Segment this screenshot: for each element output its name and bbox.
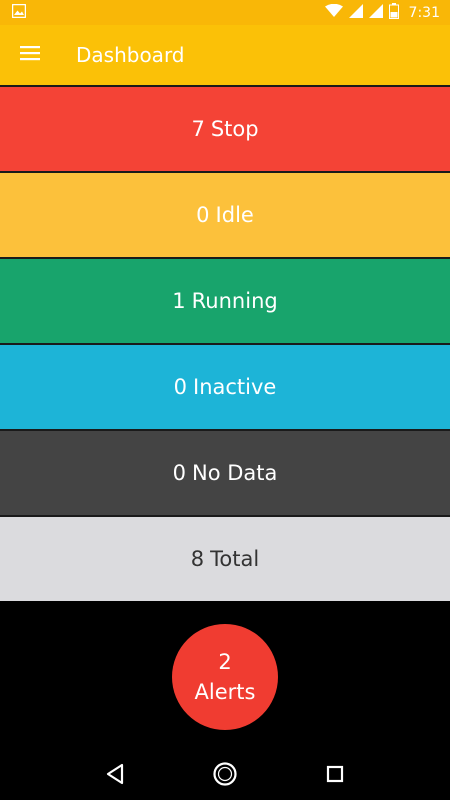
system-nav-bar <box>0 752 450 800</box>
tile-label: Inactive <box>193 375 277 399</box>
recents-button[interactable] <box>311 752 359 800</box>
status-bar: 7:31 <box>0 0 450 25</box>
hamburger-menu-icon <box>20 45 40 65</box>
back-icon <box>105 763 125 789</box>
tile-count: 0 <box>173 375 188 399</box>
tile-label: Stop <box>210 117 259 141</box>
home-icon <box>212 761 238 791</box>
tile-no-data[interactable]: 0 No Data <box>0 429 450 515</box>
status-time: 7:31 <box>408 4 440 21</box>
alerts-count: 2 <box>218 650 232 674</box>
tile-running[interactable]: 1 Running <box>0 257 450 343</box>
tile-label: Total <box>210 547 260 571</box>
menu-button[interactable] <box>0 25 60 85</box>
tile-count: 0 <box>172 461 186 485</box>
tile-count: 7 <box>191 117 205 141</box>
home-button[interactable] <box>201 752 249 800</box>
status-tiles: 7 Stop 0 Idle 1 Running 0 Inactive 0 No … <box>0 85 450 601</box>
wifi-icon <box>324 3 343 22</box>
tile-idle[interactable]: 0 Idle <box>0 171 450 257</box>
tile-inactive[interactable]: 0 Inactive <box>0 343 450 429</box>
tile-label: Running <box>191 289 278 313</box>
tile-label: Idle <box>215 203 254 227</box>
tile-count: 8 <box>190 547 205 571</box>
app-bar: Dashboard <box>0 25 450 85</box>
tile-label: No Data <box>192 461 278 485</box>
tile-stop[interactable]: 7 Stop <box>0 85 450 171</box>
tile-count: 1 <box>172 289 186 313</box>
signal-icon <box>368 3 383 22</box>
battery-icon <box>388 2 399 23</box>
page-title: Dashboard <box>76 43 185 67</box>
alerts-area: 2 Alerts <box>0 604 450 752</box>
alerts-button[interactable]: 2 Alerts <box>172 624 278 730</box>
signal-icon <box>348 3 363 22</box>
back-button[interactable] <box>91 752 139 800</box>
image-notification-icon <box>11 3 27 22</box>
tile-total[interactable]: 8 Total <box>0 515 450 601</box>
tile-count: 0 <box>196 203 210 227</box>
alerts-label: Alerts <box>194 680 256 704</box>
recents-icon <box>325 764 345 788</box>
